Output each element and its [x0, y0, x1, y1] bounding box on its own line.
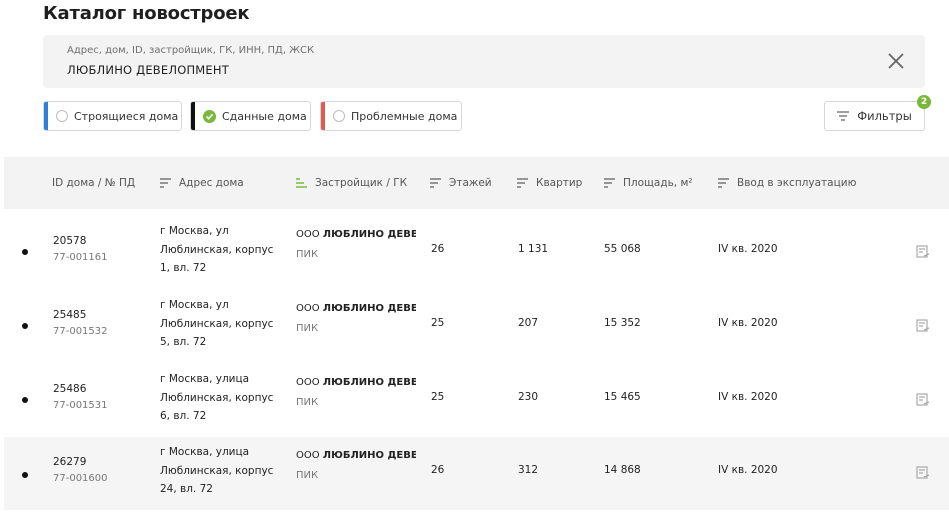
address-cell: г Москва, улица Люблинская, корпус 6, вл…	[160, 373, 274, 422]
close-icon[interactable]	[887, 52, 905, 70]
sort-icon	[718, 178, 729, 188]
filters-button[interactable]: Фильтры	[824, 101, 925, 131]
check-icon	[203, 109, 216, 123]
address-cell: г Москва, ул Люблинская, корпус 1, вл. 7…	[160, 225, 274, 274]
table-row[interactable]: 20578 77-001161 г Москва, ул Люблинская,…	[4, 213, 949, 286]
filter-chip-problem[interactable]: Проблемные дома	[320, 101, 462, 131]
row-bullet	[22, 472, 28, 478]
filter-chip-label: Проблемные дома	[351, 109, 458, 123]
area-cell: 15 465	[604, 391, 641, 403]
sort-icon	[604, 178, 615, 188]
filter-chip-label: Сданные дома	[222, 109, 307, 123]
commission-cell: IV кв. 2020	[718, 391, 778, 403]
developer-name: ООО ЛЮБЛИНО ДЕВЕ...	[296, 303, 416, 314]
house-id-cell: 20578 77-001161	[53, 235, 108, 263]
developer-name: ООО ЛЮБЛИНО ДЕВЕ...	[296, 450, 416, 461]
floors-cell: 25	[431, 391, 445, 403]
search-input[interactable]: ЛЮБЛИНО ДЕВЕЛОПМЕНТ	[67, 63, 229, 77]
flats-cell: 207	[518, 317, 539, 329]
edit-icon[interactable]	[916, 465, 930, 479]
filters-button-label: Фильтры	[857, 109, 912, 123]
commission-cell: IV кв. 2020	[718, 243, 778, 255]
pd-number: 77-001600	[53, 473, 108, 484]
filter-chip-completed[interactable]: Сданные дома	[190, 101, 311, 131]
flats-cell: 230	[518, 391, 539, 403]
column-header-floors[interactable]: Этажей	[430, 177, 492, 189]
column-header-commission[interactable]: Ввод в эксплуатацию	[718, 177, 856, 189]
table-row[interactable]: 25486 77-001531 г Москва, улица Люблинск…	[4, 361, 949, 434]
address-cell: г Москва, ул Люблинская, корпус 5, вл. 7…	[160, 299, 274, 348]
status-color-bar	[44, 102, 48, 130]
house-id: 26279	[53, 456, 87, 468]
page-title: Каталог новостроек	[43, 3, 250, 24]
filter-chip-label: Строящиеся дома	[74, 109, 179, 123]
commission-cell: IV кв. 2020	[718, 464, 778, 476]
sort-icon	[517, 178, 528, 188]
edit-icon[interactable]	[916, 318, 930, 332]
edit-icon[interactable]	[916, 244, 930, 258]
column-header-id[interactable]: ID дома / № ПД	[52, 177, 135, 189]
column-header-address[interactable]: Адрес дома	[160, 177, 244, 189]
table-row[interactable]: 25485 77-001532 г Москва, ул Люблинская,…	[4, 287, 949, 360]
flats-cell: 312	[518, 464, 539, 476]
house-id-cell: 25486 77-001531	[53, 383, 108, 411]
pd-number: 77-001161	[53, 252, 108, 263]
house-id: 25485	[53, 309, 87, 321]
developer-name: ООО ЛЮБЛИНО ДЕВЕ...	[296, 229, 416, 240]
row-bullet	[22, 323, 28, 329]
group-name: ПИК	[296, 249, 319, 260]
developer-cell: ООО ЛЮБЛИНО ДЕВЕ... ПИК	[296, 303, 416, 334]
house-id-cell: 26279 77-001600	[53, 456, 108, 484]
sort-icon	[296, 178, 307, 188]
column-header-flats[interactable]: Квартир	[517, 177, 582, 189]
row-bullet	[22, 249, 28, 255]
pd-number: 77-001531	[53, 400, 108, 411]
floors-cell: 26	[431, 243, 445, 255]
row-bullet	[22, 397, 28, 403]
flats-cell: 1 131	[518, 243, 549, 255]
floors-cell: 26	[431, 464, 445, 476]
developer-name: ООО ЛЮБЛИНО ДЕВЕ...	[296, 377, 416, 388]
radio-icon	[333, 110, 345, 122]
developer-cell: ООО ЛЮБЛИНО ДЕВЕ... ПИК	[296, 229, 416, 260]
table-header: ID дома / № ПД Адрес дома Застройщик / Г…	[4, 157, 949, 209]
floors-cell: 25	[431, 317, 445, 329]
column-header-area[interactable]: Площадь, м²	[604, 177, 693, 189]
address-cell: г Москва, улица Люблинская, корпус 24, в…	[160, 446, 274, 495]
filter-icon	[837, 111, 850, 121]
house-id: 20578	[53, 235, 87, 247]
filters-count-badge: 2	[917, 95, 931, 109]
pd-number: 77-001532	[53, 326, 108, 337]
search-placeholder: Адрес, дом, ID, застройщик, ГК, ИНН, ПД,…	[67, 45, 315, 56]
area-cell: 14 868	[604, 464, 641, 476]
group-name: ПИК	[296, 470, 319, 481]
developer-cell: ООО ЛЮБЛИНО ДЕВЕ... ПИК	[296, 377, 416, 408]
house-id: 25486	[53, 383, 87, 395]
edit-icon[interactable]	[916, 392, 930, 406]
sort-icon	[430, 178, 441, 188]
group-name: ПИК	[296, 323, 319, 334]
search-box[interactable]: Адрес, дом, ID, застройщик, ГК, ИНН, ПД,…	[43, 35, 925, 88]
house-id-cell: 25485 77-001532	[53, 309, 108, 337]
status-color-bar	[321, 102, 325, 130]
developer-cell: ООО ЛЮБЛИНО ДЕВЕ... ПИК	[296, 450, 416, 481]
group-name: ПИК	[296, 397, 319, 408]
area-cell: 55 068	[604, 243, 641, 255]
column-header-developer[interactable]: Застройщик / ГК	[296, 177, 407, 189]
area-cell: 15 352	[604, 317, 641, 329]
radio-icon	[56, 110, 68, 122]
status-color-bar	[191, 102, 195, 130]
filter-chip-building[interactable]: Строящиеся дома	[43, 101, 182, 131]
commission-cell: IV кв. 2020	[718, 317, 778, 329]
table-row[interactable]: 26279 77-001600 г Москва, улица Люблинск…	[4, 437, 949, 510]
sort-icon	[160, 178, 171, 188]
